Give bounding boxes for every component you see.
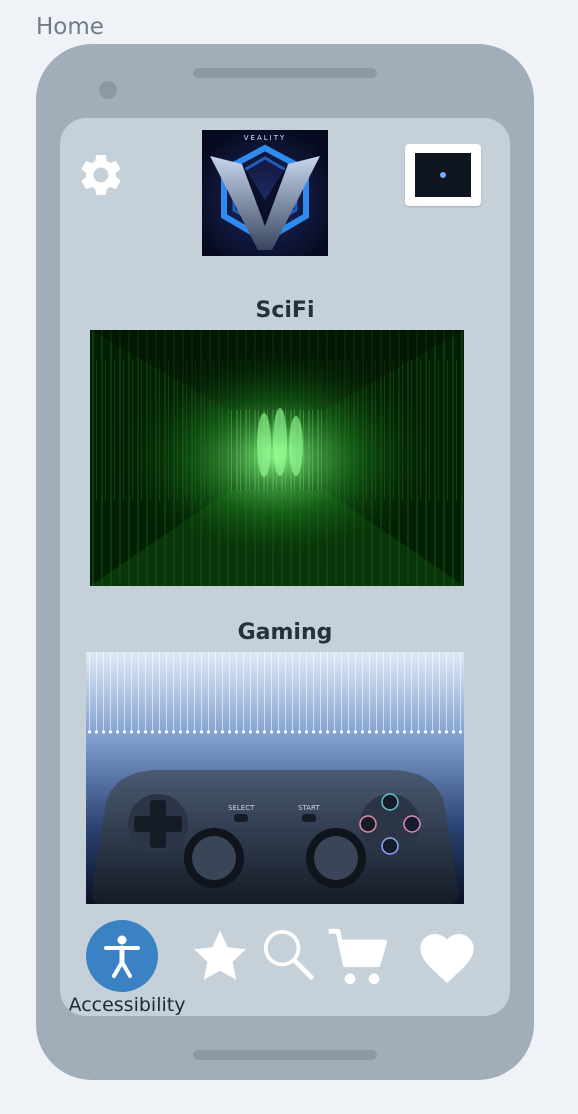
- category-title-gaming: Gaming: [237, 620, 333, 645]
- star-icon[interactable]: [190, 926, 250, 986]
- logo-text: VEALITY: [243, 134, 287, 142]
- gaming-image[interactable]: SELECT START: [86, 652, 464, 904]
- scifi-artwork: [90, 330, 464, 586]
- media-indicator: [440, 172, 446, 178]
- accessibility-icon: [104, 935, 140, 978]
- category-title-scifi: SciFi: [255, 298, 315, 323]
- app-screen: VEALITY SciFi Gaming SELECT START Access…: [60, 118, 510, 1016]
- cart-icon[interactable]: [326, 926, 390, 990]
- app-logo: VEALITY: [202, 130, 328, 256]
- frame-label: Home: [36, 14, 104, 40]
- media-preview-button[interactable]: [405, 144, 481, 206]
- accessibility-label: Accessibility: [68, 994, 186, 1016]
- logo-emblem: [202, 130, 328, 256]
- select-label: SELECT: [228, 804, 255, 812]
- search-icon[interactable]: [260, 926, 316, 982]
- home-indicator: [193, 1050, 377, 1060]
- bottom-navigation: Accessibility: [60, 914, 510, 1016]
- gear-icon[interactable]: [76, 150, 126, 200]
- heart-icon[interactable]: [414, 926, 480, 990]
- accessibility-button-circle: [86, 920, 158, 992]
- phone-camera: [99, 81, 117, 99]
- media-preview-screen: [415, 153, 471, 197]
- phone-frame: VEALITY SciFi Gaming SELECT START Access…: [36, 44, 534, 1080]
- start-label: START: [298, 804, 320, 812]
- gaming-artwork: SELECT START: [86, 652, 464, 904]
- nav-accessibility[interactable]: Accessibility: [60, 914, 194, 1016]
- phone-speaker: [193, 68, 377, 78]
- scifi-image[interactable]: [90, 330, 464, 586]
